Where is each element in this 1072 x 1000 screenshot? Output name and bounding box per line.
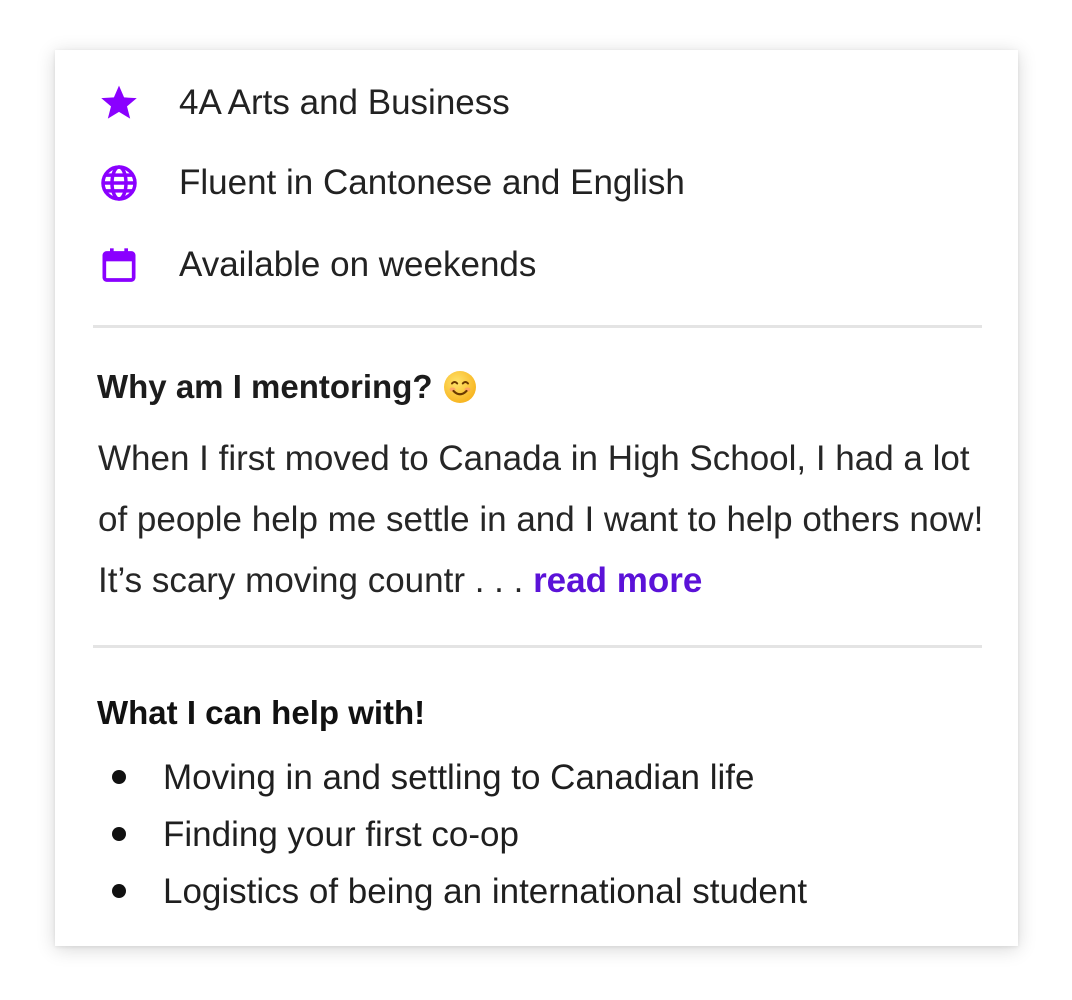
why-mentoring-heading: Why am I mentoring? (97, 365, 477, 409)
help-topic-text: Logistics of being an international stud… (163, 872, 808, 911)
mentor-profile-card: 4A Arts and Business Fluent in Cantonese… (55, 50, 1018, 946)
availability-text: Available on weekends (179, 245, 537, 284)
smiling-face-emoji-icon (443, 370, 477, 404)
why-mentoring-title: Why am I mentoring? (97, 368, 433, 405)
read-more-link[interactable]: read more (533, 561, 702, 600)
help-with-heading: What I can help with! (97, 691, 425, 735)
help-topic-text: Moving in and settling to Canadian life (163, 758, 755, 797)
availability-row: Available on weekends (99, 240, 536, 290)
list-item: Logistics of being an international stud… (99, 863, 807, 920)
globe-icon (99, 163, 139, 203)
divider (93, 325, 982, 328)
list-item: Finding your first co-op (99, 806, 807, 863)
language-text: Fluent in Cantonese and English (179, 163, 685, 202)
bullet (112, 827, 126, 841)
help-with-title: What I can help with! (97, 694, 426, 731)
divider (93, 645, 982, 648)
star-icon (99, 83, 139, 123)
bullet (112, 884, 126, 898)
why-mentoring-body: When I first moved to Canada in High Sch… (98, 428, 998, 611)
program-row: 4A Arts and Business (99, 78, 510, 128)
list-item: Moving in and settling to Canadian life (99, 749, 807, 806)
calendar-icon (99, 245, 139, 285)
help-topic-text: Finding your first co-op (163, 815, 519, 854)
language-row: Fluent in Cantonese and English (99, 158, 685, 208)
program-text: 4A Arts and Business (179, 83, 510, 122)
help-topics-list: Moving in and settling to Canadian life … (99, 749, 807, 920)
bullet (112, 770, 126, 784)
